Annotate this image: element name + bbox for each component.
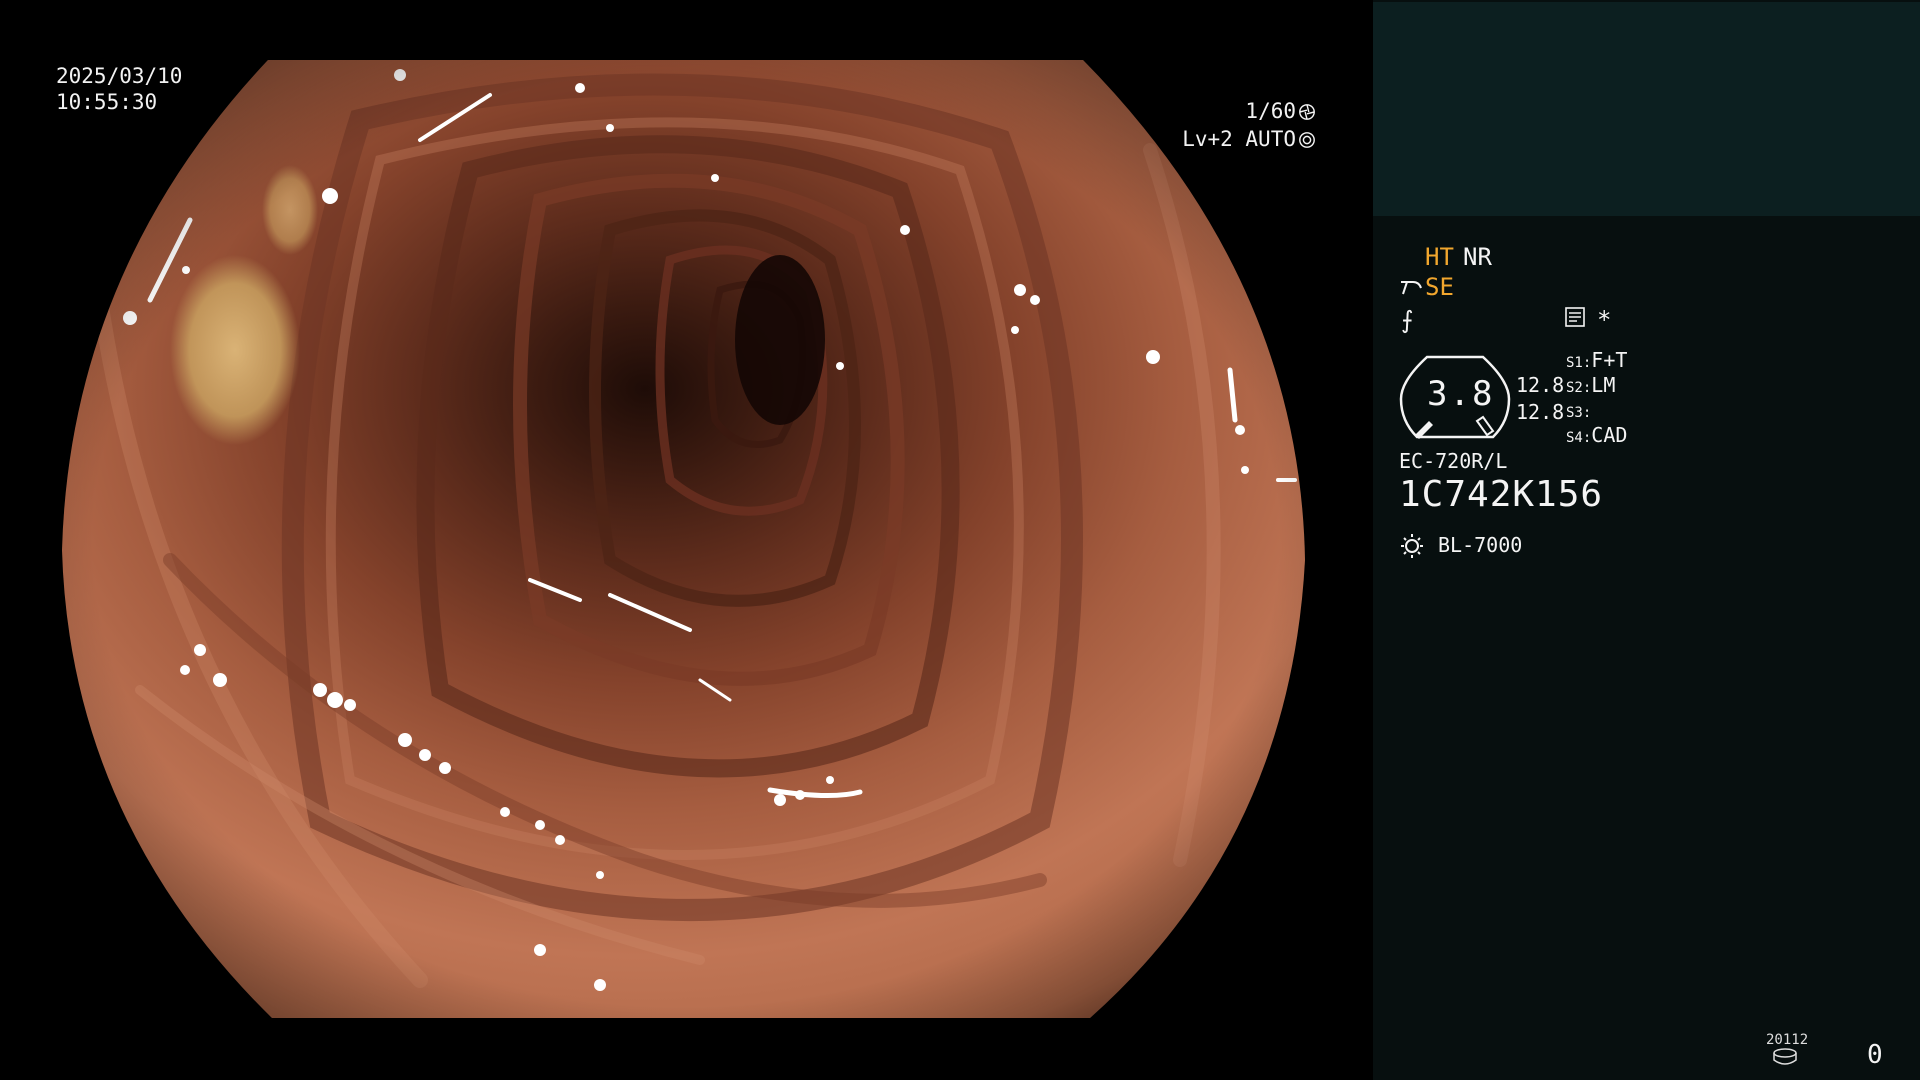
document-icon <box>1565 307 1585 327</box>
slot-value: F+T <box>1591 348 1628 372</box>
slot-value: CAD <box>1591 423 1628 447</box>
gauge-left-value: 12.8 <box>1516 373 1565 397</box>
scope-tool-icon <box>1401 281 1422 295</box>
date-text: 2025/03/10 <box>56 64 183 88</box>
star-indicator: * <box>1597 306 1612 334</box>
iris-icon <box>1299 132 1315 148</box>
scope-model: EC-720R/L <box>1399 449 1508 473</box>
shutter-readout: 1/60 <box>1245 98 1316 124</box>
shutter-icon <box>1299 104 1315 120</box>
gauge-right-value: 12.8 <box>1516 400 1565 424</box>
light-source-name: BL-7000 <box>1438 533 1523 557</box>
panel-header-area <box>1373 2 1920 216</box>
endoscopic-image <box>62 60 1305 1018</box>
switch-slot-2: S2:LM <box>1566 373 1615 397</box>
enhancement-icon: ⨍ <box>1401 306 1414 334</box>
switch-slot-4: S4:CAD <box>1566 423 1627 447</box>
iris-value: Lv+2 AUTO <box>1182 127 1296 151</box>
timestamp: 2025/03/10 10:55:30 <box>56 63 182 115</box>
se-indicator: SE <box>1425 273 1454 301</box>
iris-readout: Lv+2 AUTO <box>1182 126 1316 152</box>
nr-indicator: NR <box>1463 243 1492 271</box>
slot-label: S3: <box>1566 405 1592 421</box>
light-source-icon <box>1401 534 1423 558</box>
slot-label: S4: <box>1566 430 1592 446</box>
counter-code: 20112 <box>1766 1032 1809 1048</box>
slot-value: LM <box>1591 373 1616 397</box>
scope-serial: 1C742K156 <box>1399 474 1604 515</box>
time-text: 10:55:30 <box>56 90 158 114</box>
shutter-value: 1/60 <box>1245 99 1296 123</box>
storage-icon <box>1773 1048 1797 1065</box>
counter-value: 0 <box>1867 1040 1883 1070</box>
slot-label: S1: <box>1566 355 1592 371</box>
slot-label: S2: <box>1566 380 1592 396</box>
gauge-value: 3.8 <box>1427 374 1495 414</box>
switch-slot-3: S3: <box>1566 398 1591 422</box>
status-panel: HT NR SE ⨍ * 3.8 12.8 12.8 S1:F+T S2:LM … <box>1373 0 1920 1080</box>
switch-slot-1: S1:F+T <box>1566 348 1627 372</box>
endoscope-view: 2025/03/10 10:55:30 1/60 Lv+2 AUTO <box>0 0 1372 1080</box>
ht-indicator: HT <box>1425 243 1454 271</box>
